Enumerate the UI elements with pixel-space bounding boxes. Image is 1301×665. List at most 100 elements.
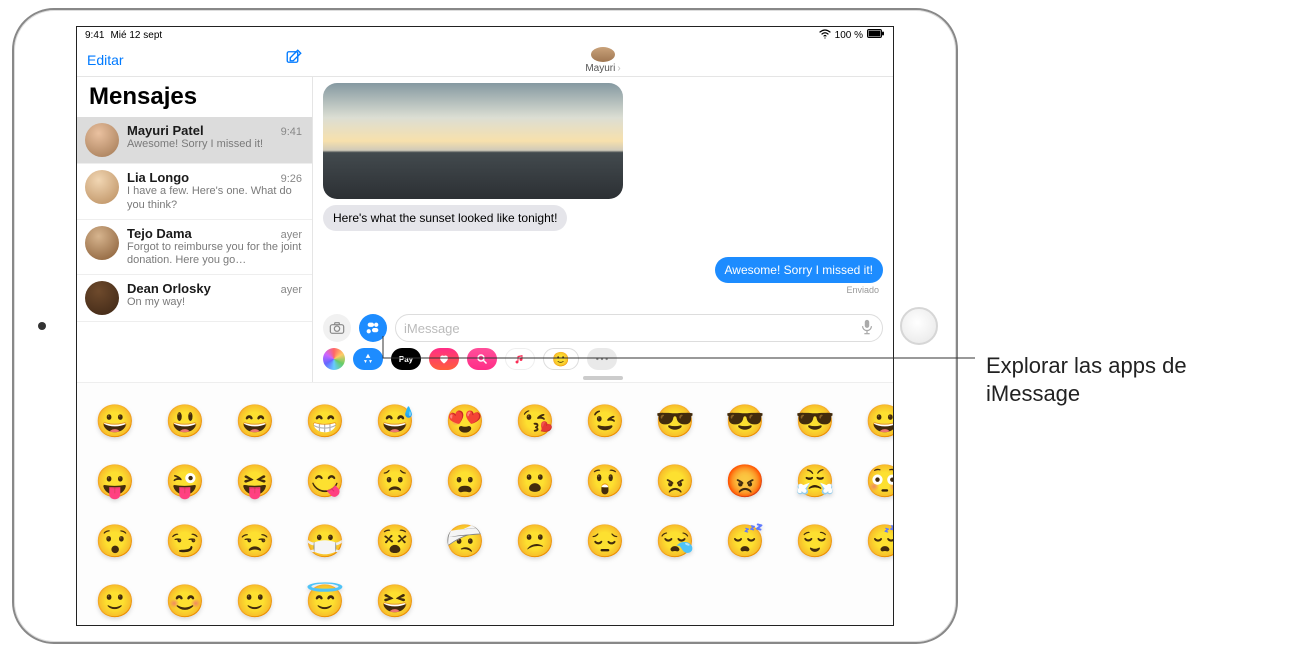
thread-preview: I have a few. Here's one. What do you th… xyxy=(127,185,302,213)
sticker-item[interactable]: 😴 xyxy=(725,521,765,561)
thread-time: 9:26 xyxy=(281,173,302,185)
sticker-item[interactable]: 😟 xyxy=(375,461,415,501)
status-time: 9:41 xyxy=(85,30,104,41)
ipad-device-frame: 9:41 Mié 12 sept 100 % Editar xyxy=(12,8,958,644)
battery-icon xyxy=(867,29,885,41)
composer-row: iMessage xyxy=(313,310,893,344)
screen: 9:41 Mié 12 sept 100 % Editar xyxy=(76,26,894,626)
sticker-item[interactable]: 😀 xyxy=(865,401,894,441)
thread-item[interactable]: Mayuri Patel 9:41 Awesome! Sorry I misse… xyxy=(77,117,312,164)
front-camera xyxy=(38,322,46,330)
drawer-handle[interactable] xyxy=(583,376,623,380)
sticker-item[interactable]: 😷 xyxy=(305,521,345,561)
sticker-item[interactable]: 😒 xyxy=(235,521,275,561)
thread-name: Lia Longo xyxy=(127,170,189,185)
sticker-item[interactable]: 🤕 xyxy=(445,521,485,561)
sticker-item[interactable]: 😪 xyxy=(655,521,695,561)
appstore-app-icon[interactable] xyxy=(353,348,383,370)
sticker-item[interactable]: 😠 xyxy=(655,461,695,501)
avatar xyxy=(85,123,119,157)
messages-scroll[interactable]: Here's what the sunset looked like tonig… xyxy=(313,77,893,310)
thread-list[interactable]: Mayuri Patel 9:41 Awesome! Sorry I misse… xyxy=(77,117,312,322)
sticker-item[interactable]: 😃 xyxy=(165,401,205,441)
thread-preview: On my way! xyxy=(127,296,302,310)
sticker-item[interactable]: 😎 xyxy=(725,401,765,441)
sticker-item[interactable]: 😘 xyxy=(515,401,555,441)
photo-message[interactable] xyxy=(323,83,623,199)
sticker-item[interactable]: 😉 xyxy=(585,401,625,441)
thread-time: 9:41 xyxy=(281,126,302,138)
digitaltouch-app-icon[interactable] xyxy=(429,348,459,370)
message-input[interactable]: iMessage xyxy=(395,314,883,342)
sticker-item[interactable]: 😁 xyxy=(305,401,345,441)
conversation-header[interactable]: Mayuri › xyxy=(313,43,893,76)
outgoing-bubble[interactable]: Awesome! Sorry I missed it! xyxy=(715,257,884,283)
callout-text: Explorar las apps de iMessage xyxy=(986,352,1286,407)
conversation-pane: Here's what the sunset looked like tonig… xyxy=(313,77,893,382)
thread-item[interactable]: Dean Orlosky ayer On my way! xyxy=(77,275,312,322)
sticker-item[interactable]: 😋 xyxy=(305,461,345,501)
sticker-item[interactable]: 😤 xyxy=(795,461,835,501)
applepay-app-icon[interactable]: Pay xyxy=(391,348,421,370)
sticker-item[interactable]: 😏 xyxy=(165,521,205,561)
sticker-item[interactable]: 😆 xyxy=(375,581,415,621)
sticker-item[interactable]: 😲 xyxy=(585,461,625,501)
music-app-icon[interactable] xyxy=(505,348,535,370)
compose-button[interactable] xyxy=(285,48,303,71)
sticker-item[interactable]: 😯 xyxy=(95,521,135,561)
avatar xyxy=(85,281,119,315)
sticker-item[interactable]: 😦 xyxy=(445,461,485,501)
sticker-item[interactable]: 😛 xyxy=(95,461,135,501)
sticker-item[interactable]: 🙂 xyxy=(95,581,135,621)
battery-percent: 100 % xyxy=(835,30,863,41)
sticker-item[interactable]: 😝 xyxy=(235,461,275,501)
sticker-item[interactable]: 🙂 xyxy=(235,581,275,621)
thread-name: Mayuri Patel xyxy=(127,123,204,138)
sidebar-title: Mensajes xyxy=(77,77,312,117)
thread-preview: Awesome! Sorry I missed it! xyxy=(127,138,302,152)
sticker-item[interactable]: 😴 xyxy=(865,521,894,561)
app-drawer: Pay 🙂 xyxy=(313,344,893,376)
more-apps-icon[interactable] xyxy=(587,348,617,370)
chevron-right-icon: › xyxy=(617,63,620,74)
sticker-item[interactable]: 😡 xyxy=(725,461,765,501)
sticker-item[interactable]: 😮 xyxy=(515,461,555,501)
thread-name: Tejo Dama xyxy=(127,226,192,241)
sidebar: Mensajes Mayuri Patel 9:41 Awesome! Sorr… xyxy=(77,77,313,382)
edit-button[interactable]: Editar xyxy=(87,52,124,68)
sticker-item[interactable]: 😕 xyxy=(515,521,555,561)
sticker-item[interactable]: 😄 xyxy=(235,401,275,441)
sidebar-header: Editar xyxy=(77,43,313,76)
status-date: Mié 12 sept xyxy=(110,30,162,41)
sticker-item[interactable]: 😅 xyxy=(375,401,415,441)
sticker-item[interactable]: 😇 xyxy=(305,581,345,621)
sticker-item[interactable]: 😀 xyxy=(95,401,135,441)
thread-name: Dean Orlosky xyxy=(127,281,211,296)
sticker-item[interactable]: 😵 xyxy=(375,521,415,561)
contact-name: Mayuri xyxy=(585,63,615,74)
sticker-item[interactable]: 😜 xyxy=(165,461,205,501)
stickers-app-icon[interactable]: 🙂 xyxy=(543,348,579,370)
camera-button[interactable] xyxy=(323,314,351,342)
sticker-item[interactable]: 😳 xyxy=(865,461,894,501)
sticker-item[interactable]: 😊 xyxy=(165,581,205,621)
sticker-grid: 😀😃😄😁😅😍😘😉😎😎😎😀😛😜😝😋😟😦😮😲😠😡😤😳😯😏😒😷😵🤕😕😔😪😴😌😴🙂😊🙂😇… xyxy=(87,397,883,625)
sticker-item[interactable]: 😍 xyxy=(445,401,485,441)
sticker-item[interactable]: 😔 xyxy=(585,521,625,561)
thread-item[interactable]: Tejo Dama ayer Forgot to reimburse you f… xyxy=(77,220,312,276)
sticker-item[interactable]: 😌 xyxy=(795,521,835,561)
incoming-bubble[interactable]: Here's what the sunset looked like tonig… xyxy=(323,205,567,231)
home-button[interactable] xyxy=(900,307,938,345)
photos-app-icon[interactable] xyxy=(323,348,345,370)
sticker-item[interactable]: 😎 xyxy=(795,401,835,441)
top-header: Editar Mayuri › xyxy=(77,43,893,77)
sticker-panel: 😀 😃 😄 😁 😅 😍 😘 😉 😎 😎 😎 😀 😛 😜 😝 😋 😟 😦 😮 😲 😠 😡 😤 😳 😯 😏 😒 😷 😵 🤕 😕 😔 😪 😴 😌 😴 🙂 😊 🙂 😇… xyxy=(77,382,893,625)
thread-item[interactable]: Lia Longo 9:26 I have a few. Here's one.… xyxy=(77,164,312,220)
images-app-icon[interactable] xyxy=(467,348,497,370)
delivery-status: Enviado xyxy=(323,285,879,295)
main-area: Mensajes Mayuri Patel 9:41 Awesome! Sorr… xyxy=(77,77,893,382)
mic-icon[interactable] xyxy=(860,319,874,338)
thread-time: ayer xyxy=(281,284,302,296)
apps-button[interactable] xyxy=(359,314,387,342)
sticker-item[interactable]: 😎 xyxy=(655,401,695,441)
